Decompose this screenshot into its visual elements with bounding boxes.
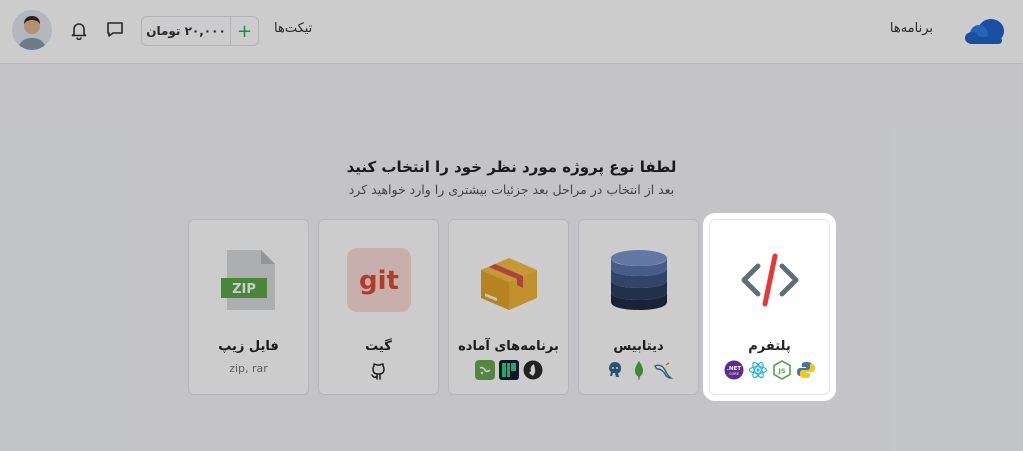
mysql-icon: [653, 362, 673, 379]
zip-icon-text: ZIP: [232, 282, 256, 297]
card-label: گیت: [365, 339, 392, 354]
page-subtitle: بعد از انتخاب در مراحل بعد جزئیات بیشتری…: [348, 182, 675, 197]
pycharm-icon: [498, 360, 519, 380]
top-header: برنامه‌ها تیکت‌ها ۲۰,۰۰۰ تومان +: [0, 0, 1023, 64]
wallet-amount: ۲۰,۰۰۰ تومان: [146, 24, 226, 38]
project-type-card-zip[interactable]: ZIP فایل زیپ zip, rar: [188, 219, 309, 395]
git-icon: git: [347, 248, 411, 312]
tech-list: .NET CORE JS: [710, 360, 829, 380]
project-type-card-apps[interactable]: برنامه‌های آماده: [448, 219, 569, 395]
nav-apps-link[interactable]: برنامه‌ها: [890, 21, 933, 36]
github-icon: [370, 363, 385, 380]
page-title: لطفا نوع پروژه مورد نظر خود را انتخاب کن…: [346, 158, 677, 176]
chat-icon[interactable]: [105, 20, 125, 40]
wallet-add-button[interactable]: +: [230, 17, 258, 45]
page-heading: لطفا نوع پروژه مورد نظر خود را انتخاب کن…: [0, 158, 1023, 197]
gitea-icon: [523, 360, 542, 380]
project-type-card-git[interactable]: git گیت: [318, 219, 439, 395]
svg-text:CORE: CORE: [729, 372, 739, 376]
card-label: فایل زیپ: [218, 339, 279, 354]
mongodb-icon: [634, 361, 643, 380]
dotnet-icon: .NETCORE: [724, 360, 743, 380]
card-sublabel: zip, rar: [229, 362, 268, 375]
cloud-logo-icon[interactable]: [964, 17, 1006, 45]
react-icon: [748, 361, 767, 379]
wallet-balance[interactable]: ۲۰,۰۰۰ تومان +: [141, 16, 259, 46]
python-icon: [796, 362, 815, 378]
database-icon: [611, 250, 667, 310]
tech-list: [449, 360, 568, 380]
git-icon-text: git: [359, 266, 399, 296]
postgresql-icon: [608, 362, 621, 377]
user-avatar[interactable]: [12, 10, 52, 50]
code-icon: [741, 253, 799, 307]
nextjs-icon: [474, 360, 495, 380]
card-label: دیتابیس: [613, 339, 664, 354]
zip-file-icon: ZIP: [221, 250, 275, 310]
project-type-card-platform[interactable]: پلتفرم .NET CORE JS: [709, 219, 830, 395]
card-label: برنامه‌های آماده: [458, 339, 559, 354]
tech-list: [319, 360, 438, 380]
card-label: پلتفرم: [748, 339, 791, 354]
bell-icon[interactable]: [69, 20, 89, 40]
nodejs-icon: JS: [772, 360, 791, 380]
box-icon: [481, 258, 537, 310]
user-avatar-icon: [12, 10, 52, 50]
tech-list: [579, 360, 698, 380]
nav-tickets-link[interactable]: تیکت‌ها: [274, 21, 312, 36]
svg-text:JS: JS: [777, 367, 785, 375]
project-type-card-database[interactable]: دیتابیس: [578, 219, 699, 395]
